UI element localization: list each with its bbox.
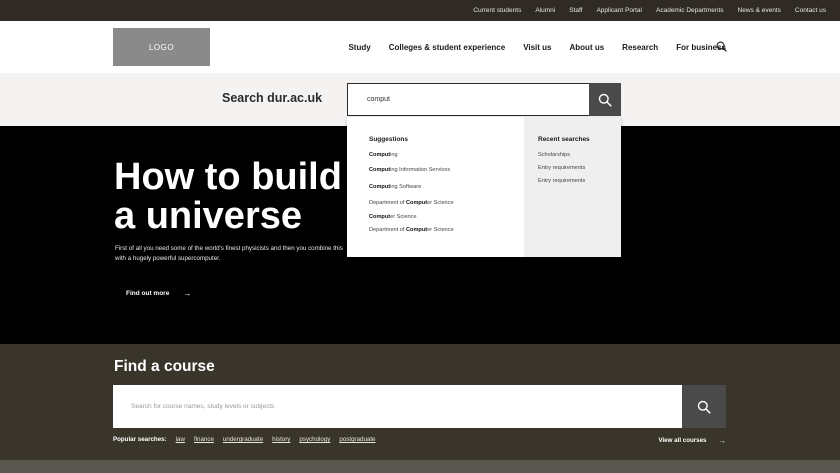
- course-search-input[interactable]: [113, 385, 682, 428]
- search-icon: [598, 93, 612, 107]
- suggestion-item[interactable]: Computing Software: [369, 184, 421, 190]
- search-suggestions-dropdown: Suggestions Computing Computing Informat…: [347, 117, 621, 257]
- course-search-button[interactable]: [682, 385, 726, 428]
- arrow-right-icon: →: [183, 289, 192, 298]
- nav-link-colleges[interactable]: Colleges & student experience: [389, 43, 505, 52]
- nav-link-about-us[interactable]: About us: [570, 43, 605, 52]
- utility-link-alumni[interactable]: Alumni: [535, 7, 555, 14]
- suggestion-match: Comput: [369, 167, 391, 173]
- suggestion-match: Comput: [369, 152, 391, 158]
- suggestion-rest: ing: [390, 152, 398, 158]
- main-nav: Study Colleges & student experience Visi…: [330, 21, 726, 73]
- suggestion-item[interactable]: Computing: [369, 152, 398, 158]
- popular-searches: Popular searches: law finance undergradu…: [113, 436, 385, 443]
- popular-search-link-postgraduate[interactable]: postgraduate: [339, 436, 375, 443]
- suggestion-item[interactable]: Department of Computer Science: [369, 227, 454, 233]
- view-all-courses-label: View all courses: [658, 437, 707, 444]
- suggestion-item[interactable]: Computing Information Services: [369, 167, 450, 173]
- suggestion-prefix: Department of: [369, 200, 406, 206]
- footer-strip: [0, 460, 840, 473]
- site-search-box: [347, 83, 590, 116]
- utility-link-staff[interactable]: Staff: [569, 7, 582, 14]
- find-a-course-title: Find a course: [114, 358, 215, 375]
- search-icon: [697, 400, 711, 414]
- search-icon[interactable]: [716, 41, 727, 52]
- recent-searches-panel: Recent searches Scholarships Entry requi…: [524, 117, 621, 257]
- find-out-more-link[interactable]: Find out more →: [126, 289, 191, 298]
- popular-search-link-psychology[interactable]: psychology: [299, 436, 330, 443]
- suggestion-rest: ing Software: [390, 184, 422, 190]
- popular-search-link-finance[interactable]: finance: [194, 436, 214, 443]
- utility-link-contact-us[interactable]: Contact us: [795, 7, 826, 14]
- hero-title-line-2: a universe: [114, 195, 302, 237]
- suggestion-match: Comput: [406, 200, 428, 206]
- suggestions-panel: Suggestions Computing Computing Informat…: [347, 117, 524, 257]
- suggestions-heading: Suggestions: [369, 136, 409, 143]
- hero-title-line-1: How to build: [114, 156, 342, 198]
- suggestion-item[interactable]: Department of Computer Science: [369, 200, 454, 206]
- utility-link-applicant-portal[interactable]: Applicant Portal: [596, 7, 642, 14]
- nav-link-visit-us[interactable]: Visit us: [523, 43, 551, 52]
- site-search-input[interactable]: [348, 84, 589, 115]
- suggestion-rest: er Science: [390, 214, 417, 220]
- suggestion-prefix: Department of: [369, 227, 406, 233]
- popular-search-link-undergraduate[interactable]: undergraduate: [223, 436, 263, 443]
- utility-nav: Current students Alumni Staff Applicant …: [0, 0, 840, 21]
- suggestion-rest: ing Information Services: [390, 167, 451, 173]
- nav-link-study[interactable]: Study: [348, 43, 370, 52]
- suggestion-match: Comput: [369, 184, 391, 190]
- utility-link-news-events[interactable]: News & events: [738, 7, 781, 14]
- hero-text: First of all you need some of the world'…: [115, 245, 343, 262]
- nav-link-research[interactable]: Research: [622, 43, 658, 52]
- recent-search-item[interactable]: Entry requirements: [538, 165, 585, 171]
- suggestion-match: Comput: [406, 227, 428, 233]
- find-a-course-section: Find a course Popular searches: law fina…: [0, 344, 840, 460]
- popular-searches-label: Popular searches:: [113, 436, 167, 443]
- site-logo[interactable]: LOGO: [113, 28, 210, 66]
- utility-link-current-students[interactable]: Current students: [473, 7, 521, 14]
- course-search-box: [113, 385, 682, 428]
- suggestion-rest: er Science: [427, 200, 454, 206]
- recent-search-item[interactable]: Scholarships: [538, 152, 570, 158]
- site-search-button[interactable]: [589, 83, 621, 116]
- popular-search-link-history[interactable]: history: [272, 436, 290, 443]
- hero-title: How to build a universe: [114, 158, 342, 236]
- arrow-right-icon: →: [718, 436, 727, 445]
- view-all-courses-link[interactable]: View all courses →: [658, 436, 726, 445]
- utility-bar: Current students Alumni Staff Applicant …: [0, 0, 840, 21]
- suggestion-match: Comput: [369, 214, 391, 220]
- search-heading: Search dur.ac.uk: [222, 91, 323, 105]
- site-header: LOGO Study Colleges & student experience…: [0, 21, 840, 73]
- popular-search-link-law[interactable]: law: [176, 436, 185, 443]
- suggestion-item[interactable]: Computer Science: [369, 214, 417, 220]
- suggestion-rest: er Science: [427, 227, 454, 233]
- utility-link-academic-departments[interactable]: Academic Departments: [656, 7, 724, 14]
- recent-searches-heading: Recent searches: [538, 136, 590, 143]
- find-out-more-label: Find out more: [126, 290, 170, 297]
- recent-search-item[interactable]: Entry requirements: [538, 178, 585, 184]
